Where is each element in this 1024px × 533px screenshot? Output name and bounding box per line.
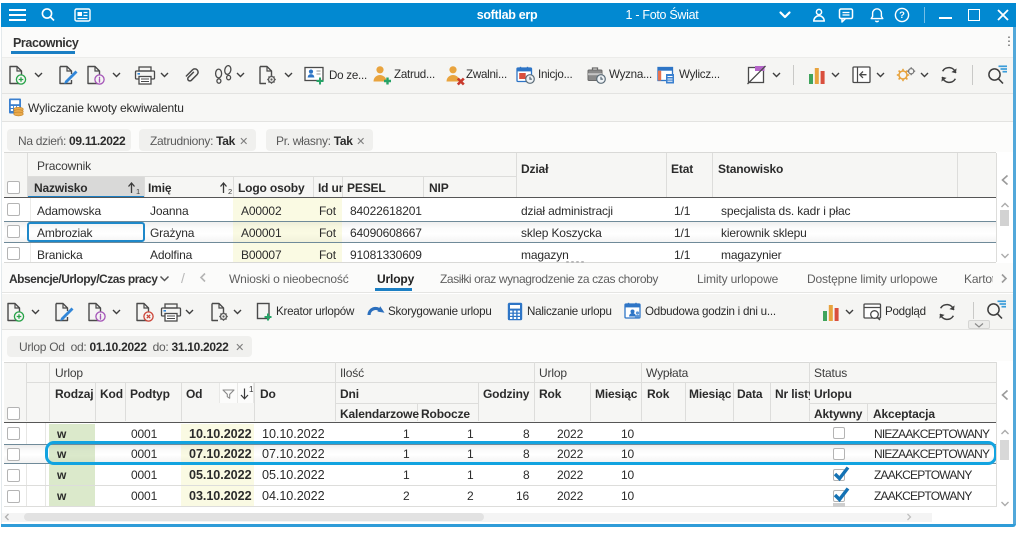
svg-text:?: ? [899,10,905,21]
svg-text:1: 1 [136,187,140,196]
svg-text:2: 2 [228,187,232,196]
